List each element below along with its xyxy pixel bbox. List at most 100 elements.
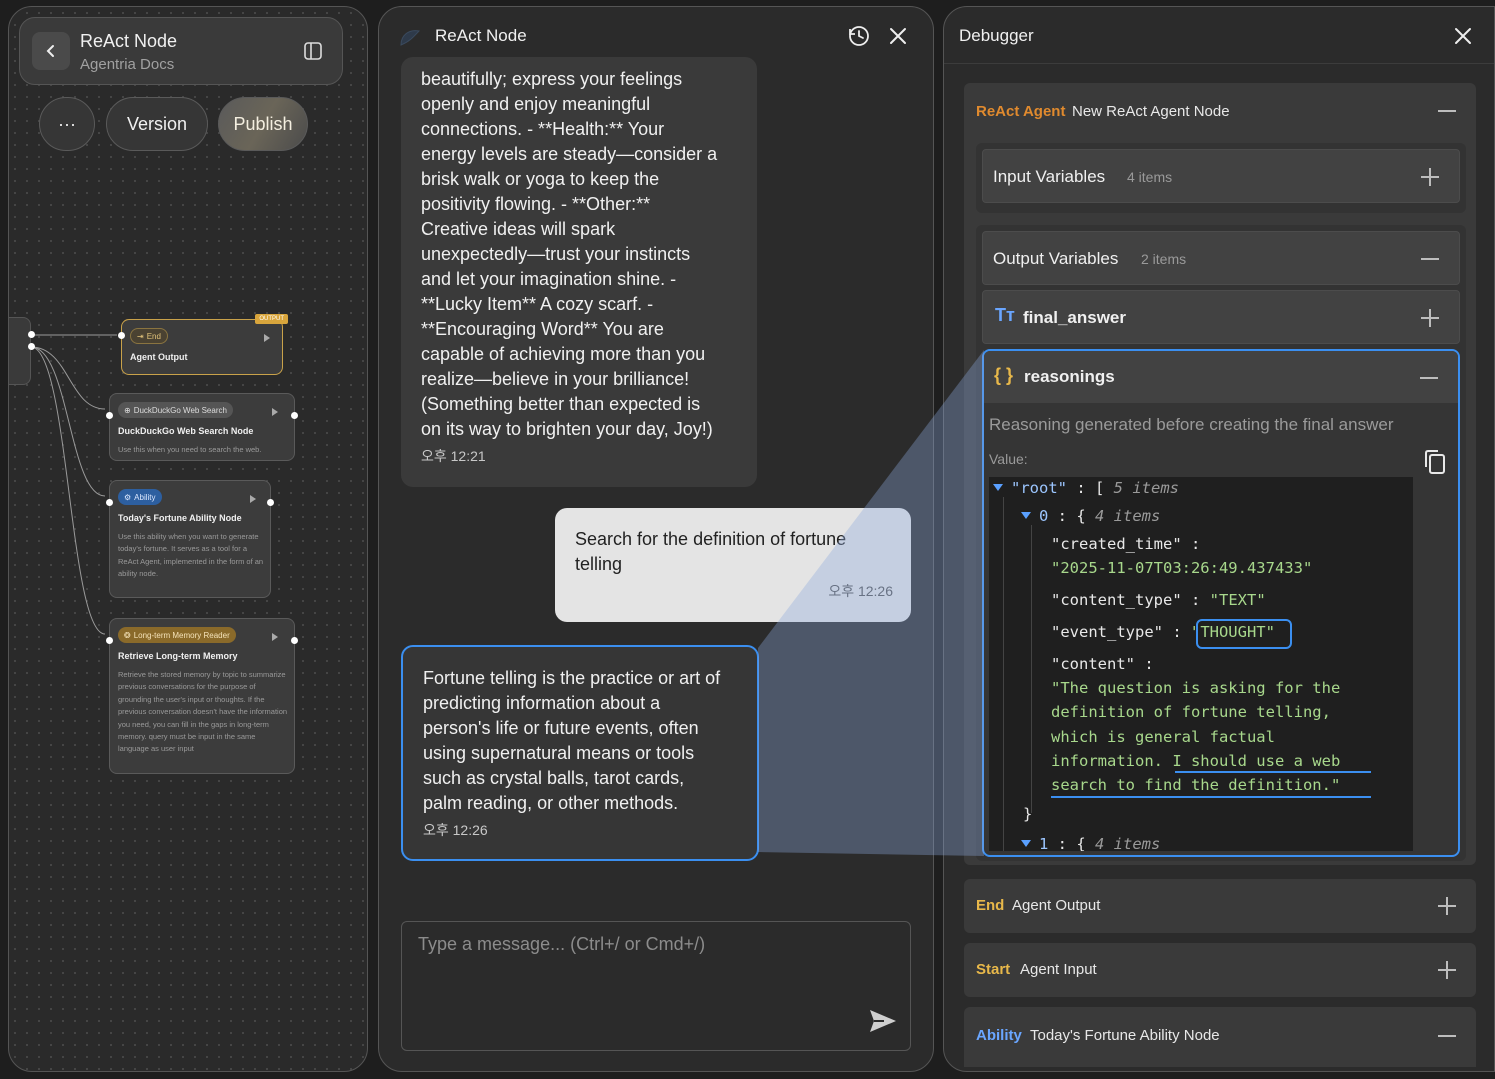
message-line: Fortune telling is the practice or art o… bbox=[423, 668, 721, 688]
start-node-stub[interactable] bbox=[9, 317, 31, 385]
input-variables-row[interactable]: Input Variables 4 items bbox=[982, 149, 1460, 203]
output-port[interactable] bbox=[28, 343, 35, 350]
tree-guide bbox=[1031, 525, 1032, 813]
json-key: 0 bbox=[1039, 507, 1049, 525]
close-icon[interactable] bbox=[889, 27, 907, 45]
assistant-message: beautifully; express your feelings openl… bbox=[401, 57, 757, 487]
json-key: "created_time" : bbox=[1051, 535, 1201, 553]
message-line: predicting information about a bbox=[423, 693, 661, 713]
node-type-label: End bbox=[976, 897, 1005, 914]
row-label: Input Variables bbox=[993, 167, 1106, 186]
message-time: 오후 12:26 bbox=[828, 583, 893, 599]
message-line: Creative ideas will spark bbox=[421, 219, 616, 239]
workflow-canvas[interactable]: ReAct Node Agentria Docs ··· Version Pub… bbox=[8, 6, 368, 1072]
more-button[interactable]: ··· bbox=[39, 97, 95, 151]
message-line: person's life or future events, often bbox=[423, 718, 699, 738]
input-port[interactable] bbox=[118, 332, 125, 339]
caret-down-icon[interactable] bbox=[993, 484, 1003, 491]
assistant-message-selected[interactable]: Fortune telling is the practice or art o… bbox=[401, 645, 759, 861]
output-variables-row[interactable]: Output Variables 2 items bbox=[982, 231, 1460, 285]
message-line: and let your imagination shine. - bbox=[421, 269, 677, 289]
node-tag-label: Long-term Memory Reader bbox=[133, 630, 230, 640]
highlight-box bbox=[1196, 619, 1292, 649]
back-button[interactable] bbox=[32, 32, 70, 70]
json-key: "root" bbox=[1011, 479, 1067, 497]
message-line: on its way to brighten your day, Joy!) bbox=[421, 419, 713, 439]
json-pair: "content_type" : "TEXT" bbox=[1051, 591, 1266, 609]
message-line: brisk walk or yoga to keep the bbox=[421, 169, 660, 189]
publish-button[interactable]: Publish bbox=[218, 97, 308, 151]
node-title: DuckDuckGo Web Search Node bbox=[118, 426, 254, 436]
run-node-icon[interactable] bbox=[272, 408, 278, 416]
json-key: 1 bbox=[1039, 835, 1049, 851]
node-title: Agent Output bbox=[130, 352, 188, 362]
json-close-brace: } bbox=[1023, 805, 1033, 823]
divider bbox=[944, 63, 1494, 64]
expand-button[interactable] bbox=[1438, 961, 1456, 979]
collapse-button[interactable] bbox=[1438, 102, 1456, 120]
json-root-row[interactable]: "root" : [ 5 items bbox=[993, 479, 1179, 497]
reasonings-header[interactable]: { } reasonings bbox=[984, 351, 1458, 403]
node-type-label: Start bbox=[976, 961, 1011, 978]
run-node-icon[interactable] bbox=[264, 334, 270, 342]
node-name: New ReAct Agent Node bbox=[1072, 103, 1230, 120]
memory-reader-node[interactable]: ❂ Long-term Memory Reader Retrieve Long-t… bbox=[106, 618, 298, 774]
json-string-line: which is general factual bbox=[1051, 728, 1275, 746]
app-logo-icon bbox=[400, 30, 421, 46]
json-item-row[interactable]: 1 : { 4 items bbox=[1021, 835, 1160, 851]
caret-down-icon[interactable] bbox=[1021, 840, 1031, 847]
output-port[interactable] bbox=[291, 412, 298, 419]
node-tag-label: DuckDuckGo Web Search bbox=[133, 405, 227, 415]
collapse-button[interactable] bbox=[1420, 369, 1438, 387]
end-node[interactable]: OUTPUT ⇥ End Agent Output bbox=[118, 314, 288, 375]
run-node-icon[interactable] bbox=[272, 633, 278, 641]
sidebar-toggle-icon[interactable] bbox=[304, 42, 322, 60]
node-type-label: Ability bbox=[976, 1027, 1022, 1044]
version-button[interactable]: Version bbox=[106, 97, 208, 151]
node-type-label: ReAct Agent bbox=[976, 103, 1066, 120]
message-input[interactable]: Type a message... (Ctrl+/ or Cmd+/) bbox=[401, 921, 911, 1051]
output-port[interactable] bbox=[267, 499, 274, 506]
copy-icon[interactable] bbox=[1424, 449, 1446, 475]
message-line: **Encouraging Word** You are bbox=[421, 319, 664, 339]
json-string-value: "TEXT" bbox=[1209, 591, 1266, 609]
json-count: 4 items bbox=[1095, 835, 1161, 851]
send-icon[interactable] bbox=[868, 1008, 898, 1034]
highlight-underline bbox=[1051, 796, 1371, 798]
start-node-section[interactable]: Start Agent Input bbox=[964, 943, 1476, 997]
node-tag-end: ⇥ End bbox=[130, 328, 168, 344]
text-type-icon: Tт bbox=[995, 305, 1015, 325]
output-port[interactable] bbox=[28, 331, 35, 338]
output-port[interactable] bbox=[291, 637, 298, 644]
input-port[interactable] bbox=[106, 499, 113, 506]
input-port[interactable] bbox=[106, 637, 113, 644]
caret-down-icon[interactable] bbox=[1021, 512, 1031, 519]
ability-node[interactable]: ⚙ Ability Today's Fortune Ability Node Us… bbox=[106, 480, 274, 598]
debugger-title: Debugger bbox=[959, 26, 1034, 45]
exit-icon: ⇥ bbox=[137, 331, 144, 341]
duckduckgo-node[interactable]: ⊕ DuckDuckGo Web Search DuckDuckGo Web Se… bbox=[106, 393, 298, 461]
ability-node-section[interactable]: Ability Today's Fortune Ability Node bbox=[964, 1007, 1476, 1067]
input-port[interactable] bbox=[106, 412, 113, 419]
chat-title: ReAct Node bbox=[435, 26, 527, 45]
output-badge: OUTPUT bbox=[255, 314, 288, 324]
collapse-button[interactable] bbox=[1421, 250, 1439, 268]
node-tag-label: End bbox=[146, 331, 161, 341]
collapse-button[interactable] bbox=[1438, 1027, 1456, 1045]
json-key-text: "created_time" bbox=[1051, 535, 1182, 553]
end-node-section[interactable]: End Agent Output bbox=[964, 879, 1476, 933]
close-icon[interactable] bbox=[1454, 27, 1472, 45]
run-node-icon[interactable] bbox=[250, 495, 256, 503]
final-answer-row[interactable]: Tт final_answer bbox=[982, 290, 1460, 344]
json-key-text: "content" bbox=[1051, 655, 1135, 673]
expand-button[interactable] bbox=[1421, 309, 1439, 327]
expand-button[interactable] bbox=[1421, 168, 1439, 186]
expand-button[interactable] bbox=[1438, 897, 1456, 915]
message-line: connections. - **Health:** Your bbox=[421, 119, 665, 139]
json-viewer[interactable]: "root" : [ 5 items 0 : { 4 items "create… bbox=[989, 477, 1413, 851]
json-item-row[interactable]: 0 : { 4 items bbox=[1021, 507, 1160, 525]
gear-icon: ⚙ bbox=[124, 492, 132, 502]
project-title: ReAct Node bbox=[80, 31, 178, 51]
node-description: Use this ability when you want to genera… bbox=[118, 532, 264, 579]
history-icon[interactable] bbox=[847, 24, 871, 48]
